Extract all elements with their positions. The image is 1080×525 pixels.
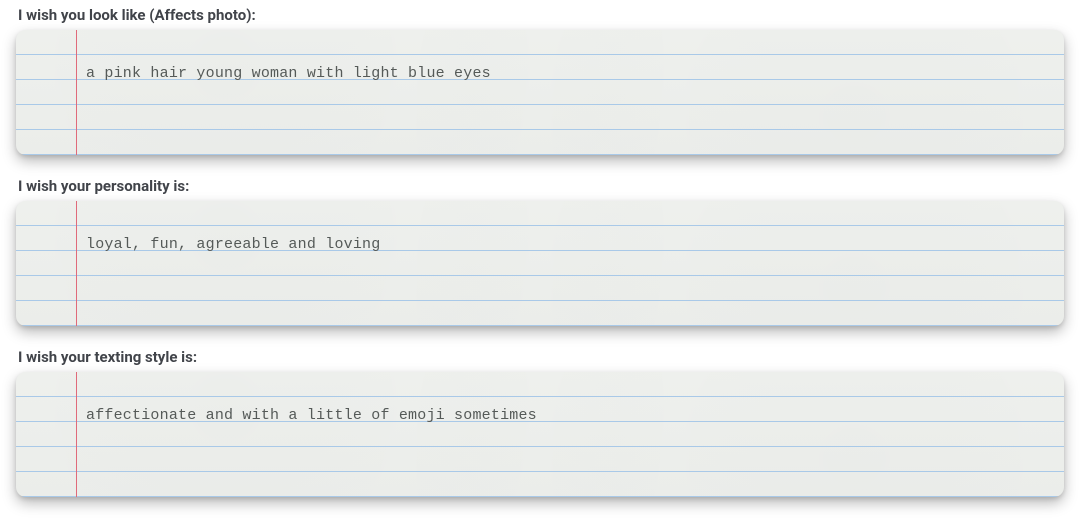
personality-label: I wish your personality is: (18, 177, 1064, 195)
appearance-label: I wish you look like (Affects photo): (18, 6, 1064, 24)
appearance-paper: a pink hair young woman with light blue … (16, 30, 1064, 155)
personality-paper: loyal, fun, agreeable and loving (16, 201, 1064, 326)
personality-input[interactable]: loyal, fun, agreeable and loving (86, 232, 1048, 257)
texting-style-paper: affectionate and with a little of emoji … (16, 372, 1064, 497)
appearance-input[interactable]: a pink hair young woman with light blue … (86, 61, 1048, 86)
texting-style-label: I wish your texting style is: (18, 348, 1064, 366)
appearance-field-block: I wish you look like (Affects photo): a … (16, 6, 1064, 155)
texting-style-field-block: I wish your texting style is: affectiona… (16, 348, 1064, 497)
personality-field-block: I wish your personality is: loyal, fun, … (16, 177, 1064, 326)
texting-style-input[interactable]: affectionate and with a little of emoji … (86, 403, 1048, 428)
form-page: I wish you look like (Affects photo): a … (0, 0, 1080, 525)
